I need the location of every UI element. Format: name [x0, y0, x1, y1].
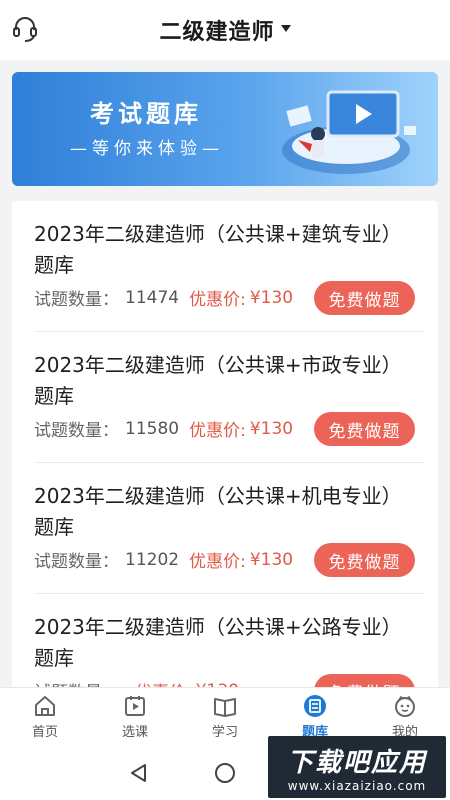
tab-home[interactable]: 首页: [0, 688, 90, 745]
item-meta: 试题数量： 11202 优惠价: ¥130: [34, 547, 294, 573]
price: ¥130: [249, 549, 294, 570]
course-icon: [125, 695, 145, 716]
caret-down-icon: [280, 24, 291, 32]
exam-selector[interactable]: 二级建造师: [159, 14, 291, 46]
count-label: 试题数量：: [34, 421, 119, 441]
tab-label: 学习: [211, 724, 238, 740]
item-title: 2023年二级建造师（公共课+公路专业）题库: [34, 615, 402, 670]
price: ¥130: [249, 287, 294, 308]
top-header: 二级建造师: [0, 0, 450, 60]
banner-illustration: [282, 90, 416, 174]
question-count: 11202: [125, 549, 180, 570]
home-icon: [35, 695, 55, 716]
question-count: 11580: [125, 418, 180, 439]
free-practice-button[interactable]: 免费做题: [314, 281, 415, 315]
price-label: 优惠价:: [189, 552, 246, 572]
price-label: 优惠价:: [189, 290, 246, 310]
count-label: 试题数量：: [34, 290, 119, 310]
list-item[interactable]: 2023年二级建造师（公共课+市政专业）题库 试题数量： 11580 优惠价: …: [12, 332, 438, 463]
promo-banner[interactable]: 考试题库 —等你来体验—: [12, 72, 438, 186]
list-item[interactable]: 2023年二级建造师（公共课+机电专业）题库 试题数量： 11202 优惠价: …: [12, 463, 438, 594]
item-title: 2023年二级建造师（公共课+市政专业）题库: [34, 353, 402, 408]
page-title: 二级建造师: [159, 20, 275, 45]
customer-service-icon[interactable]: [10, 14, 40, 44]
tab-label: 首页: [31, 724, 58, 740]
banner-subtitle: —等你来体验—: [70, 139, 224, 159]
price: ¥130: [249, 418, 294, 439]
watermark-title: 下载吧应用: [286, 747, 427, 778]
question-count: 11474: [125, 287, 180, 308]
item-meta: 试题数量： 11474 优惠价: ¥130: [34, 285, 294, 311]
item-meta: 试题数量： 11580 优惠价: ¥130: [34, 416, 294, 442]
list-item[interactable]: 2023年二级建造师（公共课+建筑专业）题库 试题数量： 11474 优惠价: …: [12, 201, 438, 332]
banner-title: 考试题库: [90, 100, 202, 128]
free-practice-button[interactable]: 免费做题: [314, 543, 415, 577]
item-title: 2023年二级建造师（公共课+建筑专业）题库: [34, 222, 402, 277]
list-item[interactable]: 2023年二级建造师（公共课+公路专业）题库 试题数量： 优惠价: ¥130 免…: [12, 594, 438, 701]
question-bank-icon: [304, 694, 326, 717]
study-icon: [214, 697, 236, 717]
back-icon[interactable]: [128, 762, 150, 784]
tab-study[interactable]: 学习: [180, 688, 270, 745]
free-practice-button[interactable]: 免费做题: [314, 412, 415, 446]
tab-courses[interactable]: 选课: [90, 688, 180, 745]
watermark-url: www.xiazaiziao.com: [287, 778, 427, 793]
price-label: 优惠价:: [189, 421, 246, 441]
item-title: 2023年二级建造师（公共课+机电专业）题库: [34, 484, 402, 539]
tab-label: 选课: [121, 724, 148, 740]
watermark: 下载吧应用 www.xiazaiziao.com: [268, 736, 446, 798]
question-bank-list: 2023年二级建造师（公共课+建筑专业）题库 试题数量： 11474 优惠价: …: [12, 201, 438, 701]
profile-icon: [395, 695, 415, 717]
count-label: 试题数量：: [34, 552, 119, 572]
home-button-icon[interactable]: [214, 762, 236, 784]
